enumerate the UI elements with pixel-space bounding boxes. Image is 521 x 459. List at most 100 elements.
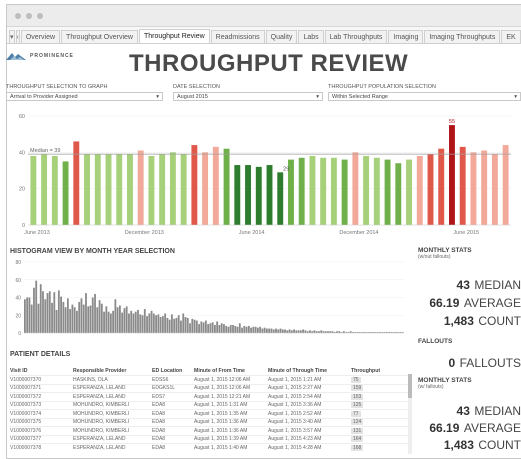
count-stat: 1,483 COUNT — [444, 312, 521, 330]
mountain-logo-icon — [6, 53, 26, 60]
monthly-stats-title: MONTHLY STATS — [418, 377, 472, 384]
table-row[interactable]: V1000007375 MOHUNDRO, KIMBERLI EDA8 August … — [10, 417, 410, 427]
table-cell: V1000007370 — [10, 376, 42, 383]
x-tick-label: June 2014 — [239, 230, 265, 236]
table-body: V1000007370 HASKINS, OLA EDSS6 August 1, 20… — [10, 375, 410, 452]
histogram-bar — [141, 315, 144, 333]
table-cell-wrap: August 1, 2015 1:31 AM — [194, 402, 268, 408]
histogram-bar — [220, 323, 223, 333]
histogram-bar — [30, 304, 33, 333]
monthly-bar — [202, 152, 209, 225]
table-cell: EDSS6 — [152, 376, 169, 383]
table-row[interactable]: V1000007373 MOHUNDRO, KIMBERLI EDA8 August … — [10, 400, 410, 410]
table-cell: 153 — [351, 393, 364, 400]
monthly-stats-subtitle: (w/ fallouts) — [418, 384, 444, 390]
data-label: 55 — [449, 119, 455, 125]
histogram-bar — [232, 325, 234, 333]
monthly-bar — [330, 157, 337, 225]
table-row[interactable]: V1000007371 ESPERANZA, LELAND EDGKS1L Augus… — [10, 383, 410, 393]
table-cell: V1000007378 — [10, 444, 42, 451]
close-window-dot[interactable] — [15, 12, 21, 19]
table-cell: EDGKS1L — [152, 385, 176, 392]
average-value: 66.19 — [429, 296, 460, 310]
population-selection-dropdown[interactable]: Within Selected Range ▾ — [328, 92, 521, 101]
histogram-bar — [193, 319, 196, 333]
histogram-bar — [277, 329, 280, 333]
table-cell: August 1, 2015 12:06 AM — [194, 385, 251, 392]
histogram-bar — [89, 305, 92, 333]
histogram-bar — [96, 307, 99, 333]
monthly-bar — [298, 157, 305, 225]
histogram-bar — [60, 296, 62, 333]
histogram-bar — [80, 298, 83, 333]
table-cell-wrap: August 1, 2015 1:21 AM — [268, 377, 351, 383]
dropdown-value: August 2015 — [177, 93, 208, 100]
table-cell: August 1, 2015 1:36 AM — [194, 419, 248, 426]
table-row[interactable]: V1000007377 ESPERANZA, LELAND EDA8 August 1… — [10, 434, 410, 444]
histogram-bar — [270, 328, 273, 333]
maximize-window-dot[interactable] — [37, 12, 43, 19]
column-header[interactable]: Minute of Through Time — [268, 368, 351, 374]
y-tick-label: 60 — [19, 114, 25, 120]
median-value: 43 — [456, 404, 470, 418]
table-row[interactable]: V1000007370 HASKINS, OLA EDSS6 August 1, 20… — [10, 375, 410, 384]
table-cell: ESPERANZA, LELAND — [73, 385, 126, 392]
table-cell-wrap: 159 — [351, 385, 391, 392]
histogram-bar — [152, 313, 155, 333]
average-stat: 66.19 AVERAGE — [429, 294, 521, 312]
table-cell-wrap: August 1, 2015 12:21 AM — [194, 394, 268, 400]
throughput-selection-dropdown[interactable]: Arrival to Provider Assigned ▾ — [6, 92, 163, 101]
table-row[interactable]: V1000007372 ESPERANZA, LELAND EDS7 August 1… — [10, 392, 410, 401]
column-header[interactable]: Responsible Provider — [73, 368, 152, 374]
table-row[interactable]: V1000007376 MOHUNDRO, KIMBERLI EDA8 August … — [10, 426, 410, 435]
histogram-bar — [166, 317, 169, 333]
column-header[interactable]: ED Location — [152, 368, 194, 374]
histogram-bar — [281, 329, 284, 333]
histogram-bar — [105, 306, 108, 333]
table-cell: EDA8 — [152, 436, 166, 443]
histogram-bar — [128, 313, 130, 333]
table-row[interactable]: V1000007374 MOHUNDRO, KIMBERLI EDA8 August … — [10, 409, 410, 418]
histogram-bar — [198, 324, 200, 333]
histogram-bar — [214, 325, 216, 333]
monthly-bar — [277, 172, 284, 225]
histogram-bar — [85, 293, 87, 333]
monthly-bar — [223, 148, 230, 225]
histogram-bar — [202, 322, 205, 333]
table-cell-wrap: August 1, 2015 1:39 AM — [194, 436, 268, 442]
table-cell: MOHUNDRO, KIMBERLI — [73, 427, 130, 434]
date-selection-dropdown[interactable]: August 2015 ▾ — [173, 92, 323, 101]
table-cell-wrap: ESPERANZA, LELAND — [73, 436, 152, 442]
table-cell: August 1, 2015 12:21 AM — [194, 393, 251, 400]
dropdown-value: Arrival to Provider Assigned — [10, 93, 78, 100]
table-row[interactable]: V1000007378 ESPERANZA, LELAND EDA8 August 1… — [10, 443, 410, 452]
histogram-bar — [37, 303, 40, 333]
logo-text: PROMINENCE — [30, 53, 74, 59]
window-titlebar — [7, 5, 521, 27]
column-header[interactable]: Visit ID — [10, 368, 73, 374]
histogram-bar — [223, 324, 225, 333]
column-header[interactable]: Throughput — [351, 368, 391, 374]
column-header[interactable]: Minute of From Time — [194, 368, 268, 374]
histogram-bar — [218, 325, 221, 333]
monthly-bar — [384, 159, 391, 225]
table-cell: V1000007374 — [10, 410, 42, 417]
monthly-bar — [266, 165, 273, 225]
table-cell-wrap: 77 — [351, 410, 391, 417]
histogram-bar — [250, 327, 252, 333]
table-cell-wrap: MOHUNDRO, KIMBERLI — [73, 411, 152, 417]
minimize-window-dot[interactable] — [26, 12, 32, 19]
y-tick-label: 20 — [15, 313, 21, 319]
histogram-bar — [247, 325, 250, 333]
table-cell-wrap: August 1, 2015 12:06 AM — [194, 385, 268, 391]
monthly-bar — [438, 148, 445, 225]
histogram-bar — [275, 328, 277, 333]
table-cell-wrap: EDA8 — [152, 428, 194, 434]
histogram-bar — [241, 327, 243, 333]
table-scrollbar-thumb[interactable] — [408, 374, 412, 398]
table-cell: EDA8 — [152, 444, 166, 451]
monthly-bar — [180, 154, 187, 225]
dashboard-header: PROMINENCE THROUGHPUT REVIEW — [0, 40, 515, 88]
histogram-bar — [26, 297, 29, 333]
histogram-bar — [94, 293, 96, 333]
